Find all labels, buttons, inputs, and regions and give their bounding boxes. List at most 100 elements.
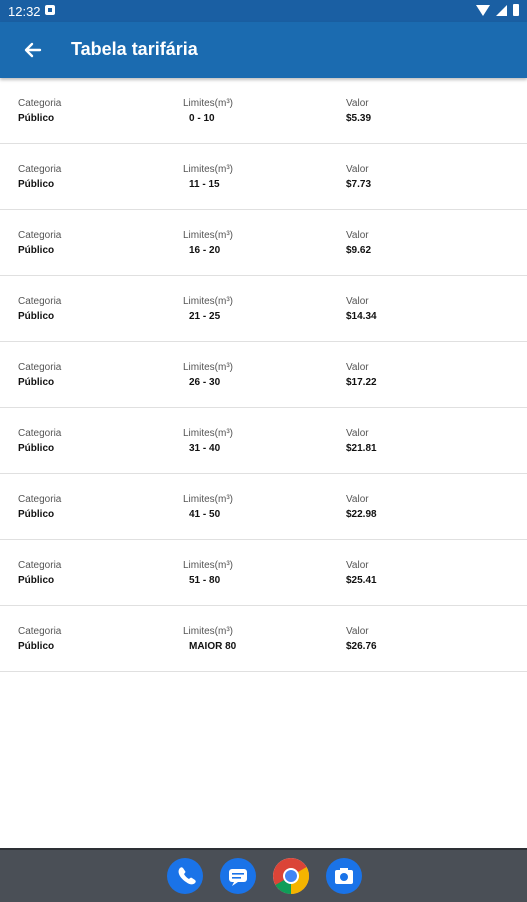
list-item: Categoria Público Limites(m³) 31 - 40 Valor $… bbox=[0, 408, 527, 474]
categoria-cell: Categoria Público bbox=[18, 294, 61, 324]
categoria-cell: Categoria Público bbox=[18, 426, 61, 456]
limites-value: 11 - 15 bbox=[189, 179, 220, 190]
limites-cell: Limites(m³) 51 - 80 bbox=[183, 558, 233, 588]
page-title: Tabela tarifária bbox=[71, 39, 198, 59]
limites-cell: Limites(m³) 31 - 40 bbox=[183, 426, 233, 456]
limites-cell: Limites(m³) 26 - 30 bbox=[183, 360, 233, 390]
valor-cell: Valor $25.41 bbox=[346, 558, 377, 588]
limites-cell: Limites(m³) 0 - 10 bbox=[183, 96, 233, 126]
categoria-label: Categoria bbox=[18, 98, 62, 109]
list-item: Categoria Público Limites(m³) 21 - 25 Valor $… bbox=[0, 276, 527, 342]
limites-label: Limites(m³) bbox=[183, 428, 233, 439]
valor-cell: Valor $7.73 bbox=[346, 162, 371, 192]
signal-icon bbox=[496, 4, 507, 16]
limites-label: Limites(m³) bbox=[183, 230, 233, 241]
limites-label: Limites(m³) bbox=[183, 164, 233, 175]
valor-cell: Valor $21.81 bbox=[346, 426, 377, 456]
limites-value: 41 - 50 bbox=[189, 509, 221, 520]
valor-cell: Valor $17.22 bbox=[346, 360, 377, 390]
categoria-label: Categoria bbox=[18, 626, 62, 637]
limites-value: 0 - 10 bbox=[189, 113, 215, 124]
limites-value: 51 - 80 bbox=[189, 575, 221, 586]
back-button[interactable] bbox=[18, 35, 48, 65]
limites-label: Limites(m³) bbox=[183, 560, 233, 571]
categoria-value: Público bbox=[18, 575, 55, 586]
list-item: Categoria Público Limites(m³) 51 - 80 Valor $… bbox=[0, 540, 527, 606]
limites-cell: Limites(m³) 11 - 15 bbox=[183, 162, 233, 192]
valor-label: Valor bbox=[346, 362, 369, 373]
camera-icon[interactable] bbox=[326, 858, 362, 894]
valor-label: Valor bbox=[346, 98, 369, 109]
categoria-label: Categoria bbox=[18, 362, 62, 373]
categoria-cell: Categoria Público bbox=[18, 162, 61, 192]
limites-label: Limites(m³) bbox=[183, 626, 233, 637]
valor-value: $17.22 bbox=[346, 377, 377, 388]
valor-cell: Valor $5.39 bbox=[346, 96, 371, 126]
arrow-back-icon bbox=[24, 42, 42, 58]
categoria-cell: Categoria Público bbox=[18, 360, 61, 390]
categoria-value: Público bbox=[18, 641, 55, 652]
list-item: Categoria Público Limites(m³) 26 - 30 Valor $… bbox=[0, 342, 527, 408]
valor-cell: Valor $26.76 bbox=[346, 624, 377, 654]
limites-value: 16 - 20 bbox=[189, 245, 221, 256]
categoria-value: Público bbox=[18, 443, 55, 454]
list-item: Categoria Público Limites(m³) 11 - 15 Valor $… bbox=[0, 144, 527, 210]
status-time: 12:32 bbox=[8, 4, 41, 19]
categoria-cell: Categoria Público bbox=[18, 96, 61, 126]
categoria-value: Público bbox=[18, 179, 55, 190]
list-item: Categoria Público Limites(m³) MAIOR 80 Valor… bbox=[0, 606, 527, 672]
limites-cell: Limites(m³) 21 - 25 bbox=[183, 294, 233, 324]
categoria-label: Categoria bbox=[18, 296, 62, 307]
limites-label: Limites(m³) bbox=[183, 296, 233, 307]
valor-value: $7.73 bbox=[346, 179, 372, 190]
limites-label: Limites(m³) bbox=[183, 98, 233, 109]
valor-label: Valor bbox=[346, 560, 369, 571]
categoria-value: Público bbox=[18, 377, 55, 388]
list-item: Categoria Público Limites(m³) 41 - 50 Valor $… bbox=[0, 474, 527, 540]
limites-label: Limites(m³) bbox=[183, 362, 233, 373]
limites-cell: Limites(m³) 16 - 20 bbox=[183, 228, 233, 258]
limites-cell: Limites(m³) MAIOR 80 bbox=[183, 624, 236, 654]
valor-value: $21.81 bbox=[346, 443, 377, 454]
valor-label: Valor bbox=[346, 230, 369, 241]
valor-value: $14.34 bbox=[346, 311, 377, 322]
wifi-icon bbox=[476, 4, 490, 16]
valor-label: Valor bbox=[346, 494, 369, 505]
valor-label: Valor bbox=[346, 164, 369, 175]
app-bar: Tabela tarifária bbox=[0, 22, 527, 78]
categoria-value: Público bbox=[18, 113, 55, 124]
status-bar: 12:32 bbox=[0, 0, 527, 22]
categoria-label: Categoria bbox=[18, 494, 62, 505]
limites-value: 21 - 25 bbox=[189, 311, 221, 322]
valor-value: $26.76 bbox=[346, 641, 377, 652]
limites-cell: Limites(m³) 41 - 50 bbox=[183, 492, 233, 522]
list-item: Categoria Público Limites(m³) 0 - 10 Valor $5… bbox=[0, 78, 527, 144]
phone-icon[interactable] bbox=[167, 858, 203, 894]
valor-label: Valor bbox=[346, 296, 369, 307]
valor-label: Valor bbox=[346, 626, 369, 637]
categoria-value: Público bbox=[18, 509, 55, 520]
navigation-dock bbox=[0, 848, 527, 902]
categoria-label: Categoria bbox=[18, 164, 62, 175]
limites-label: Limites(m³) bbox=[183, 494, 233, 505]
valor-cell: Valor $9.62 bbox=[346, 228, 371, 258]
categoria-label: Categoria bbox=[18, 230, 62, 241]
categoria-cell: Categoria Público bbox=[18, 558, 61, 588]
limites-value: 26 - 30 bbox=[189, 377, 221, 388]
categoria-cell: Categoria Público bbox=[18, 228, 61, 258]
chrome-icon[interactable] bbox=[273, 858, 309, 894]
limites-value: 31 - 40 bbox=[189, 443, 221, 454]
tariff-list: Categoria Público Limites(m³) 0 - 10 Valor $5… bbox=[0, 78, 527, 672]
messages-icon[interactable] bbox=[220, 858, 256, 894]
valor-cell: Valor $14.34 bbox=[346, 294, 377, 324]
battery-icon bbox=[513, 4, 519, 16]
categoria-value: Público bbox=[18, 245, 55, 256]
categoria-value: Público bbox=[18, 311, 55, 322]
valor-value: $9.62 bbox=[346, 245, 372, 256]
notification-icon bbox=[45, 5, 55, 15]
categoria-cell: Categoria Público bbox=[18, 492, 61, 522]
valor-value: $5.39 bbox=[346, 113, 372, 124]
limites-value: MAIOR 80 bbox=[189, 641, 237, 652]
valor-label: Valor bbox=[346, 428, 369, 439]
valor-value: $25.41 bbox=[346, 575, 377, 586]
